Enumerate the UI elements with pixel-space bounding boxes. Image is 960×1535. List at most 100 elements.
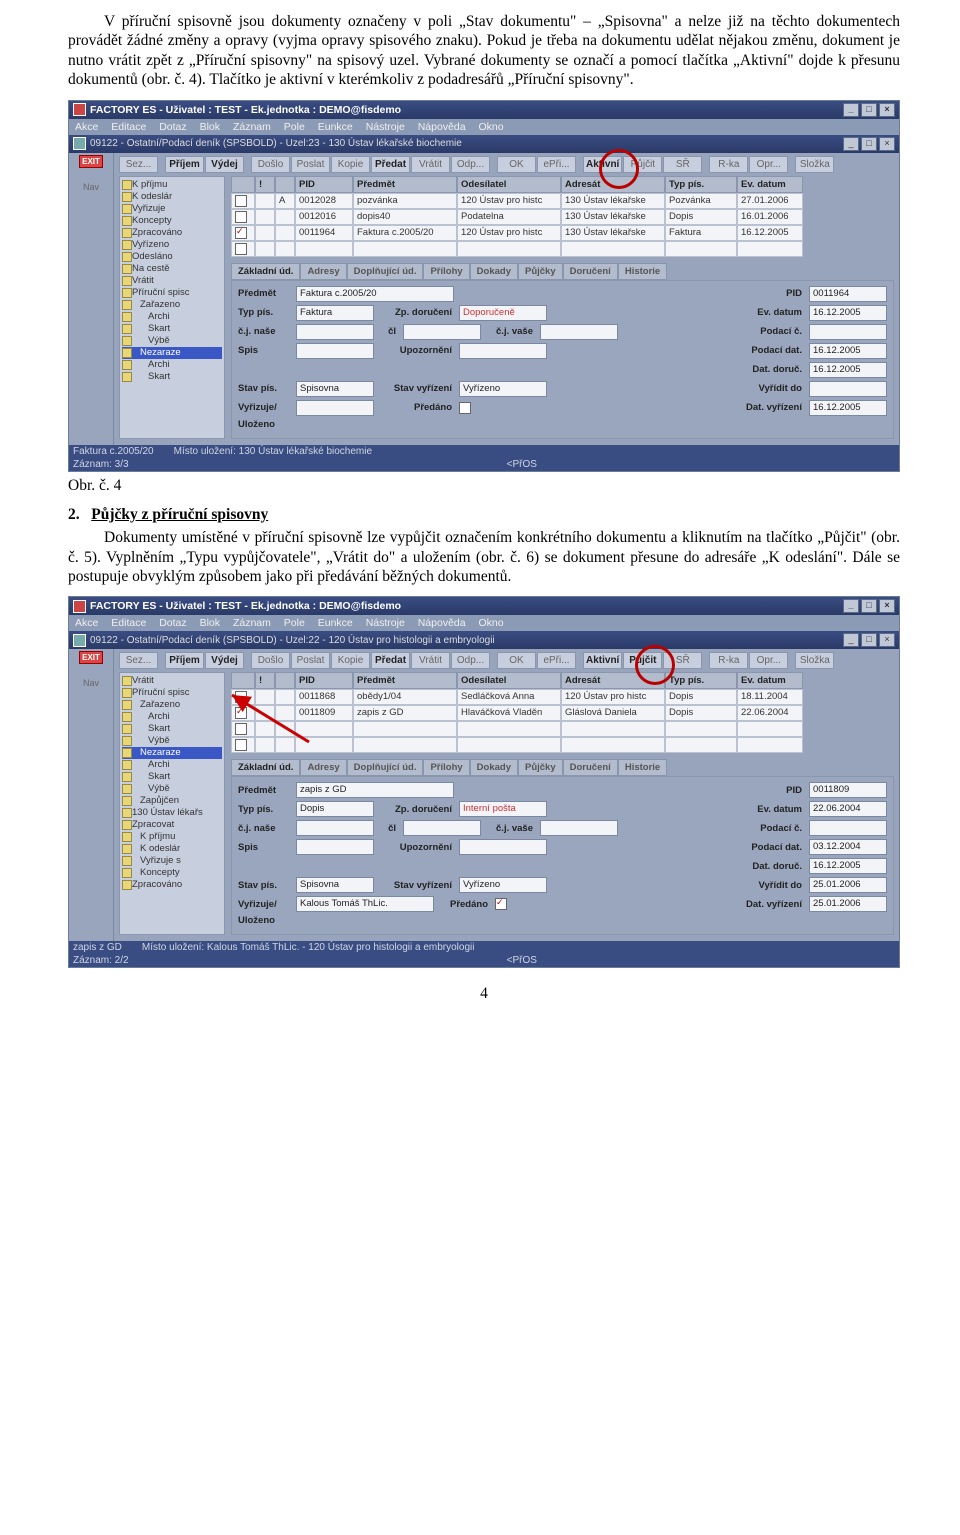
tree-node[interactable]: Koncepty — [122, 867, 222, 879]
grid-row[interactable]: 0011868obědy1/04 Sedláčková Anna120 Ústa… — [231, 689, 894, 705]
field-predmet[interactable]: zapis z GD — [296, 782, 454, 798]
tree-node[interactable]: K odeslár — [122, 843, 222, 855]
tree-node[interactable]: K příjmu — [122, 831, 222, 843]
field-podacic[interactable] — [809, 820, 887, 836]
tree-node[interactable]: Zařazeno — [122, 299, 222, 311]
menu-item[interactable]: Pole — [284, 121, 305, 133]
tree-node[interactable]: Příruční spisc — [122, 287, 222, 299]
btn-prijem[interactable]: Příjem — [165, 156, 204, 173]
btn-poslat[interactable]: Poslat — [291, 156, 330, 173]
menu-item[interactable]: Akce — [75, 121, 98, 133]
tab-doplnujici[interactable]: Doplňující úd. — [347, 263, 424, 280]
btn-kopie[interactable]: Kopie — [331, 156, 370, 173]
btn-ok[interactable]: OK — [497, 156, 536, 173]
tab-pujcky[interactable]: Půjčky — [518, 263, 563, 280]
doc-min-button[interactable]: _ — [843, 633, 859, 647]
field-cjvase[interactable] — [540, 820, 618, 836]
menu-item[interactable]: Pole — [284, 617, 305, 629]
tree-node[interactable]: Vyřizuje s — [122, 855, 222, 867]
btn-vratit[interactable]: Vrátit — [411, 652, 450, 669]
field-stavpis[interactable]: Spisovna — [296, 877, 374, 893]
btn-doslo[interactable]: Došlo — [251, 156, 290, 173]
menu-item[interactable]: Nástroje — [366, 121, 405, 133]
btn-vydej[interactable]: Výdej — [205, 652, 244, 669]
field-cl[interactable] — [403, 324, 481, 340]
menu-item[interactable]: Nápověda — [418, 121, 466, 133]
tree-view[interactable]: K příjmu K odeslár Vyřizuje Koncepty Zpr… — [119, 176, 225, 439]
btn-sez[interactable]: Sez... — [119, 156, 158, 173]
tree-node[interactable]: Na cestě — [122, 263, 222, 275]
field-cjvase[interactable] — [540, 324, 618, 340]
tree-node-selected[interactable]: Nezaraze — [122, 347, 222, 359]
field-vyrizuje[interactable]: Kalous Tomáš ThLic. — [296, 896, 434, 912]
btn-rka[interactable]: R-ka — [709, 156, 748, 173]
field-vyriditdo[interactable]: 25.01.2006 — [809, 877, 887, 893]
btn-odp[interactable]: Odp... — [451, 652, 490, 669]
tree-node[interactable]: Skart — [122, 723, 222, 735]
exit-button[interactable]: EXIT — [79, 155, 103, 168]
checkbox-predano[interactable] — [459, 402, 471, 414]
tree-node[interactable]: Výbě — [122, 335, 222, 347]
row-checkbox[interactable] — [235, 691, 247, 703]
doc-close-button[interactable]: × — [879, 137, 895, 151]
tree-view[interactable]: Vrátit Příruční spisc Zařazeno Archi Ska… — [119, 672, 225, 935]
btn-slozka[interactable]: Složka — [795, 156, 834, 173]
btn-vydej[interactable]: Výdej — [205, 156, 244, 173]
field-podacic[interactable] — [809, 324, 887, 340]
field-datdoruc[interactable]: 16.12.2005 — [809, 362, 887, 378]
btn-poslat[interactable]: Poslat — [291, 652, 330, 669]
btn-odp[interactable]: Odp... — [451, 156, 490, 173]
tree-node[interactable]: Zpracováno — [122, 879, 222, 891]
tab-historie[interactable]: Historie — [618, 759, 667, 776]
btn-predat[interactable]: Předat — [371, 156, 410, 173]
exit-button[interactable]: EXIT — [79, 651, 103, 664]
btn-epri[interactable]: ePři... — [537, 652, 576, 669]
tree-node[interactable]: Archi — [122, 759, 222, 771]
tab-historie[interactable]: Historie — [618, 263, 667, 280]
menu-item[interactable]: Editace — [111, 617, 146, 629]
field-datvyr[interactable]: 16.12.2005 — [809, 400, 887, 416]
tab-prilohy[interactable]: Přílohy — [423, 759, 469, 776]
btn-vratit[interactable]: Vrátit — [411, 156, 450, 173]
tree-node[interactable]: Příruční spisc — [122, 687, 222, 699]
field-typ[interactable]: Dopis — [296, 801, 374, 817]
tree-node[interactable]: Výbě — [122, 735, 222, 747]
tree-node[interactable]: Vyřízeno — [122, 239, 222, 251]
tree-node[interactable]: Zapůjčen — [122, 795, 222, 807]
field-predmet[interactable]: Faktura c.2005/20 — [296, 286, 454, 302]
tab-doklady[interactable]: Dokady — [470, 759, 518, 776]
field-vyriditdo[interactable] — [809, 381, 887, 397]
field-spis[interactable] — [296, 839, 374, 855]
maximize-button[interactable]: □ — [861, 103, 877, 117]
field-stavvyr[interactable]: Vyřízeno — [459, 877, 547, 893]
field-pid[interactable]: 0011964 — [809, 286, 887, 302]
minimize-button[interactable]: _ — [843, 103, 859, 117]
field-datdoruc[interactable]: 16.12.2005 — [809, 858, 887, 874]
menu-item[interactable]: Eunkce — [318, 617, 353, 629]
field-typ[interactable]: Faktura — [296, 305, 374, 321]
close-button[interactable]: × — [879, 599, 895, 613]
tree-node[interactable]: Výbě — [122, 783, 222, 795]
menu-item[interactable]: Záznam — [233, 121, 271, 133]
grid-row[interactable]: 0011809zapis z GD Hlaváčková VladěnGlásl… — [231, 705, 894, 721]
field-spis[interactable] — [296, 343, 374, 359]
doc-min-button[interactable]: _ — [843, 137, 859, 151]
field-datvyr[interactable]: 25.01.2006 — [809, 896, 887, 912]
btn-slozka[interactable]: Složka — [795, 652, 834, 669]
tree-node[interactable]: Zařazeno — [122, 699, 222, 711]
tree-node[interactable]: Skart — [122, 371, 222, 383]
btn-sez[interactable]: Sez... — [119, 652, 158, 669]
menu-item[interactable]: Nástroje — [366, 617, 405, 629]
tree-node[interactable]: Archi — [122, 359, 222, 371]
tree-node[interactable]: Vrátit — [122, 275, 222, 287]
btn-predat[interactable]: Předat — [371, 652, 410, 669]
menu-item[interactable]: Eunkce — [318, 121, 353, 133]
btn-opr[interactable]: Opr... — [749, 652, 788, 669]
tree-node[interactable]: K odeslár — [122, 191, 222, 203]
menu-item[interactable]: Okno — [479, 121, 504, 133]
field-evdatum[interactable]: 22.06.2004 — [809, 801, 887, 817]
tree-node[interactable]: Skart — [122, 771, 222, 783]
doc-max-button[interactable]: □ — [861, 137, 877, 151]
minimize-button[interactable]: _ — [843, 599, 859, 613]
tree-node[interactable]: K příjmu — [122, 179, 222, 191]
